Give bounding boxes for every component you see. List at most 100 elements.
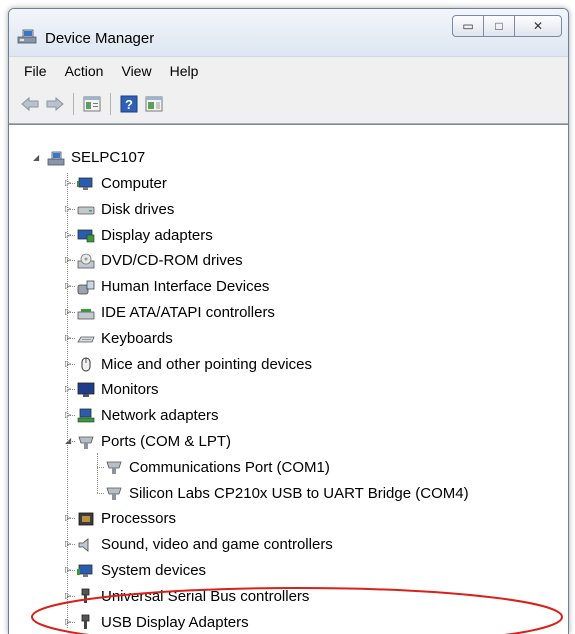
- tree-category-disk-drives[interactable]: ▷ Disk drives: [65, 197, 175, 222]
- properties-icon: [83, 96, 101, 112]
- category-label: DVD/CD-ROM drives: [101, 252, 243, 270]
- tree-category-mice-and-other-pointing-devices[interactable]: ▷ Mice and other pointing devices: [65, 352, 312, 377]
- tree-connector: [67, 518, 75, 520]
- menu-file[interactable]: File: [15, 58, 56, 84]
- tree-category-ports-com-lpt[interactable]: ◢ Ports (COM & LPT): [65, 429, 232, 454]
- root-label: SELPC107: [71, 149, 146, 166]
- category-label: Keyboards: [101, 329, 173, 347]
- tree-category-universal-serial-bus-controllers[interactable]: ▷ Universal Serial Bus controllers: [65, 584, 310, 609]
- toolbar: ?: [9, 85, 568, 124]
- tree-root-node[interactable]: ◢ SELPC107: [33, 145, 146, 170]
- tree-category-network-adapters[interactable]: ▷ Network adapters: [65, 403, 219, 428]
- tree-connector: [67, 363, 75, 365]
- title-bar[interactable]: Device Manager ▭ □ ✕: [9, 9, 568, 56]
- back-arrow-icon: [21, 96, 39, 112]
- mouse-icon: [81, 357, 91, 372]
- maximize-button[interactable]: □: [483, 15, 515, 37]
- forward-button[interactable]: [44, 93, 66, 115]
- maximize-icon: □: [495, 19, 503, 33]
- close-button[interactable]: ✕: [514, 15, 562, 37]
- sound-icon: [78, 537, 89, 552]
- port-icon: [78, 436, 94, 449]
- port-icon: [106, 487, 122, 501]
- tree-connector: [67, 234, 75, 236]
- tree-connector: [67, 595, 75, 597]
- view-icon: [145, 96, 163, 112]
- tree-connector: [67, 389, 75, 391]
- display-adapter-icon: [77, 229, 95, 243]
- device-label: Silicon Labs CP210x USB to UART Bridge (…: [129, 484, 469, 502]
- category-label: Network adapters: [101, 407, 219, 425]
- ide-controller-icon: [77, 308, 95, 319]
- menu-action[interactable]: Action: [56, 58, 113, 84]
- computer-icon: [47, 151, 65, 165]
- port-icon: [106, 461, 122, 475]
- tree-device-communications-port-com1[interactable]: Communications Port (COM1): [97, 455, 330, 480]
- close-icon: ✕: [532, 19, 544, 33]
- minimize-button[interactable]: ▭: [452, 15, 484, 37]
- caption-buttons: ▭ □ ✕: [452, 15, 562, 37]
- usb-display-icon: [81, 614, 90, 630]
- forward-arrow-icon: [46, 96, 64, 112]
- tree-device-silicon-labs-cp210x-usb-to-uart-bridge-com4[interactable]: Silicon Labs CP210x USB to UART Bridge (…: [97, 481, 469, 506]
- tree-category-monitors[interactable]: ▷ Monitors: [65, 377, 159, 402]
- tree-category-dvd-cd-rom-drives[interactable]: ▷ DVD/CD-ROM drives: [65, 248, 243, 273]
- tree-connector: [97, 466, 104, 468]
- menu-help[interactable]: Help: [161, 58, 208, 84]
- tree-connector: [67, 260, 75, 262]
- disk-drive-icon: [77, 206, 95, 215]
- hid-icon: [77, 280, 95, 295]
- tree-connector: [67, 621, 75, 623]
- help-icon: ?: [120, 95, 138, 113]
- category-label: Monitors: [101, 381, 159, 399]
- properties-button[interactable]: [81, 93, 103, 115]
- monitor-icon: [77, 382, 95, 397]
- device-manager-icon: [17, 29, 37, 44]
- tree-connector: [97, 453, 98, 493]
- tree-category-usb-display-adapters[interactable]: ▷ USB Display Adapters: [65, 610, 249, 634]
- category-label: Ports (COM & LPT): [101, 433, 232, 450]
- tree-connector: [67, 312, 75, 313]
- processor-icon: [78, 512, 94, 526]
- tree-category-display-adapters[interactable]: ▷ Display adapters: [65, 223, 213, 248]
- help-button[interactable]: ?: [118, 93, 140, 115]
- usb-controller-icon: [81, 588, 90, 604]
- tree-connector: [67, 173, 68, 628]
- toolbar-separator: [73, 93, 74, 115]
- tree-category-processors[interactable]: ▷ Processors: [65, 506, 177, 531]
- computer-icon: [77, 177, 93, 190]
- device-manager-window: Device Manager ▭ □ ✕ File Action View He…: [8, 8, 569, 634]
- action-view-button[interactable]: [143, 93, 165, 115]
- category-label: USB Display Adapters: [101, 613, 249, 631]
- tree-category-system-devices[interactable]: ▷ System devices: [65, 558, 206, 583]
- system-devices-icon: [77, 564, 93, 577]
- tree-connector: [67, 415, 75, 417]
- category-label: Universal Serial Bus controllers: [101, 587, 310, 605]
- dvd-drive-icon: [77, 253, 95, 269]
- network-adapter-icon: [77, 408, 95, 422]
- tree-connector: [97, 492, 104, 494]
- category-label: Sound, video and game controllers: [101, 536, 333, 554]
- menu-bar: File Action View Help: [9, 56, 568, 86]
- tree-category-sound-video-and-game-controllers[interactable]: ▷ Sound, video and game controllers: [65, 532, 333, 557]
- category-label: Disk drives: [101, 200, 175, 218]
- tree-connector: [67, 570, 75, 571]
- collapse-arrow-icon[interactable]: ◢: [33, 153, 42, 162]
- svg-text:?: ?: [125, 97, 133, 112]
- category-label: Display adapters: [101, 226, 213, 244]
- device-label: Communications Port (COM1): [129, 458, 330, 476]
- device-tree[interactable]: ◢ SELPC107 ▷ Computer ▷ Disk drives ▷ Display…: [9, 124, 568, 634]
- tree-category-keyboards[interactable]: ▷ Keyboards: [65, 326, 173, 351]
- category-label: Computer: [101, 175, 167, 192]
- tree-connector: [67, 183, 75, 184]
- tree-category-human-interface-devices[interactable]: ▷ Human Interface Devices: [65, 274, 270, 299]
- category-label: Processors: [101, 510, 177, 528]
- keyboard-icon: [77, 336, 95, 343]
- tree-category-ide-ata-atapi-controllers[interactable]: ▷ IDE ATA/ATAPI controllers: [65, 300, 275, 325]
- category-label: Mice and other pointing devices: [101, 355, 312, 373]
- toolbar-separator: [110, 93, 111, 115]
- back-button[interactable]: [19, 93, 41, 115]
- tree-category-computer[interactable]: ▷ Computer: [65, 171, 167, 196]
- menu-view[interactable]: View: [112, 58, 160, 84]
- category-label: Human Interface Devices: [101, 278, 270, 296]
